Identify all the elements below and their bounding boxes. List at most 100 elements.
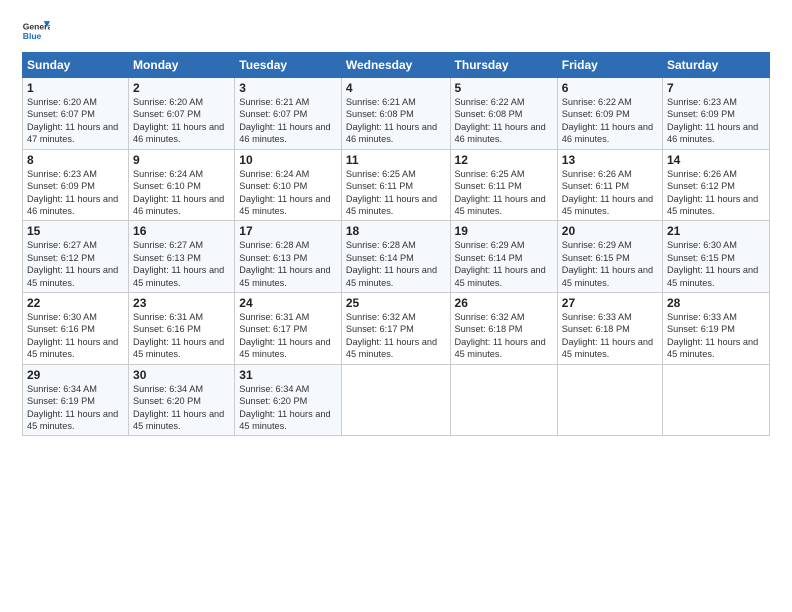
day-info: Sunrise: 6:23 AMSunset: 6:09 PMDaylight:… <box>667 96 765 146</box>
day-number: 5 <box>455 81 553 95</box>
logo-icon: General Blue <box>22 18 50 46</box>
calendar-cell: 27Sunrise: 6:33 AMSunset: 6:18 PMDayligh… <box>557 293 662 365</box>
day-number: 10 <box>239 153 337 167</box>
svg-text:Blue: Blue <box>23 31 42 41</box>
day-number: 26 <box>455 296 553 310</box>
calendar-cell <box>663 364 770 436</box>
calendar-cell: 3Sunrise: 6:21 AMSunset: 6:07 PMDaylight… <box>235 78 342 150</box>
day-info: Sunrise: 6:24 AMSunset: 6:10 PMDaylight:… <box>239 168 337 218</box>
calendar-cell: 15Sunrise: 6:27 AMSunset: 6:12 PMDayligh… <box>23 221 129 293</box>
day-number: 29 <box>27 368 124 382</box>
calendar-cell: 11Sunrise: 6:25 AMSunset: 6:11 PMDayligh… <box>341 149 450 221</box>
calendar-cell: 4Sunrise: 6:21 AMSunset: 6:08 PMDaylight… <box>341 78 450 150</box>
day-number: 7 <box>667 81 765 95</box>
day-info: Sunrise: 6:28 AMSunset: 6:13 PMDaylight:… <box>239 239 337 289</box>
day-number: 14 <box>667 153 765 167</box>
day-number: 13 <box>562 153 658 167</box>
day-info: Sunrise: 6:22 AMSunset: 6:09 PMDaylight:… <box>562 96 658 146</box>
day-info: Sunrise: 6:33 AMSunset: 6:18 PMDaylight:… <box>562 311 658 361</box>
calendar-cell: 12Sunrise: 6:25 AMSunset: 6:11 PMDayligh… <box>450 149 557 221</box>
day-number: 11 <box>346 153 446 167</box>
day-info: Sunrise: 6:30 AMSunset: 6:15 PMDaylight:… <box>667 239 765 289</box>
calendar-cell <box>341 364 450 436</box>
day-number: 4 <box>346 81 446 95</box>
day-number: 8 <box>27 153 124 167</box>
day-of-week-header: Tuesday <box>235 53 342 78</box>
calendar-cell: 5Sunrise: 6:22 AMSunset: 6:08 PMDaylight… <box>450 78 557 150</box>
day-number: 22 <box>27 296 124 310</box>
day-number: 25 <box>346 296 446 310</box>
calendar-cell: 7Sunrise: 6:23 AMSunset: 6:09 PMDaylight… <box>663 78 770 150</box>
day-number: 19 <box>455 224 553 238</box>
calendar-cell: 13Sunrise: 6:26 AMSunset: 6:11 PMDayligh… <box>557 149 662 221</box>
calendar-cell: 16Sunrise: 6:27 AMSunset: 6:13 PMDayligh… <box>129 221 235 293</box>
day-of-week-header: Friday <box>557 53 662 78</box>
day-info: Sunrise: 6:26 AMSunset: 6:12 PMDaylight:… <box>667 168 765 218</box>
day-info: Sunrise: 6:20 AMSunset: 6:07 PMDaylight:… <box>27 96 124 146</box>
day-info: Sunrise: 6:21 AMSunset: 6:07 PMDaylight:… <box>239 96 337 146</box>
day-number: 31 <box>239 368 337 382</box>
calendar: SundayMondayTuesdayWednesdayThursdayFrid… <box>22 52 770 436</box>
day-of-week-header: Wednesday <box>341 53 450 78</box>
day-info: Sunrise: 6:27 AMSunset: 6:12 PMDaylight:… <box>27 239 124 289</box>
day-number: 21 <box>667 224 765 238</box>
day-number: 1 <box>27 81 124 95</box>
calendar-cell: 30Sunrise: 6:34 AMSunset: 6:20 PMDayligh… <box>129 364 235 436</box>
calendar-cell: 18Sunrise: 6:28 AMSunset: 6:14 PMDayligh… <box>341 221 450 293</box>
calendar-cell: 23Sunrise: 6:31 AMSunset: 6:16 PMDayligh… <box>129 293 235 365</box>
day-info: Sunrise: 6:28 AMSunset: 6:14 PMDaylight:… <box>346 239 446 289</box>
calendar-cell: 14Sunrise: 6:26 AMSunset: 6:12 PMDayligh… <box>663 149 770 221</box>
day-number: 6 <box>562 81 658 95</box>
day-info: Sunrise: 6:26 AMSunset: 6:11 PMDaylight:… <box>562 168 658 218</box>
day-of-week-header: Monday <box>129 53 235 78</box>
calendar-cell: 26Sunrise: 6:32 AMSunset: 6:18 PMDayligh… <box>450 293 557 365</box>
day-info: Sunrise: 6:32 AMSunset: 6:17 PMDaylight:… <box>346 311 446 361</box>
day-number: 3 <box>239 81 337 95</box>
day-info: Sunrise: 6:21 AMSunset: 6:08 PMDaylight:… <box>346 96 446 146</box>
day-info: Sunrise: 6:31 AMSunset: 6:16 PMDaylight:… <box>133 311 230 361</box>
calendar-cell: 24Sunrise: 6:31 AMSunset: 6:17 PMDayligh… <box>235 293 342 365</box>
day-number: 18 <box>346 224 446 238</box>
day-of-week-header: Sunday <box>23 53 129 78</box>
calendar-cell: 31Sunrise: 6:34 AMSunset: 6:20 PMDayligh… <box>235 364 342 436</box>
day-info: Sunrise: 6:22 AMSunset: 6:08 PMDaylight:… <box>455 96 553 146</box>
day-number: 16 <box>133 224 230 238</box>
day-number: 24 <box>239 296 337 310</box>
calendar-cell: 10Sunrise: 6:24 AMSunset: 6:10 PMDayligh… <box>235 149 342 221</box>
day-info: Sunrise: 6:32 AMSunset: 6:18 PMDaylight:… <box>455 311 553 361</box>
day-number: 15 <box>27 224 124 238</box>
day-info: Sunrise: 6:27 AMSunset: 6:13 PMDaylight:… <box>133 239 230 289</box>
calendar-cell: 28Sunrise: 6:33 AMSunset: 6:19 PMDayligh… <box>663 293 770 365</box>
calendar-cell: 17Sunrise: 6:28 AMSunset: 6:13 PMDayligh… <box>235 221 342 293</box>
calendar-cell: 9Sunrise: 6:24 AMSunset: 6:10 PMDaylight… <box>129 149 235 221</box>
day-number: 2 <box>133 81 230 95</box>
day-info: Sunrise: 6:31 AMSunset: 6:17 PMDaylight:… <box>239 311 337 361</box>
calendar-cell: 1Sunrise: 6:20 AMSunset: 6:07 PMDaylight… <box>23 78 129 150</box>
day-info: Sunrise: 6:34 AMSunset: 6:20 PMDaylight:… <box>133 383 230 433</box>
day-number: 20 <box>562 224 658 238</box>
calendar-cell: 29Sunrise: 6:34 AMSunset: 6:19 PMDayligh… <box>23 364 129 436</box>
logo: General Blue <box>22 18 50 46</box>
day-number: 27 <box>562 296 658 310</box>
day-of-week-header: Saturday <box>663 53 770 78</box>
calendar-cell: 19Sunrise: 6:29 AMSunset: 6:14 PMDayligh… <box>450 221 557 293</box>
calendar-cell: 8Sunrise: 6:23 AMSunset: 6:09 PMDaylight… <box>23 149 129 221</box>
calendar-cell: 21Sunrise: 6:30 AMSunset: 6:15 PMDayligh… <box>663 221 770 293</box>
day-info: Sunrise: 6:25 AMSunset: 6:11 PMDaylight:… <box>455 168 553 218</box>
day-number: 30 <box>133 368 230 382</box>
day-info: Sunrise: 6:23 AMSunset: 6:09 PMDaylight:… <box>27 168 124 218</box>
day-info: Sunrise: 6:29 AMSunset: 6:14 PMDaylight:… <box>455 239 553 289</box>
calendar-cell: 2Sunrise: 6:20 AMSunset: 6:07 PMDaylight… <box>129 78 235 150</box>
day-info: Sunrise: 6:24 AMSunset: 6:10 PMDaylight:… <box>133 168 230 218</box>
day-info: Sunrise: 6:20 AMSunset: 6:07 PMDaylight:… <box>133 96 230 146</box>
day-number: 23 <box>133 296 230 310</box>
day-info: Sunrise: 6:34 AMSunset: 6:20 PMDaylight:… <box>239 383 337 433</box>
day-info: Sunrise: 6:25 AMSunset: 6:11 PMDaylight:… <box>346 168 446 218</box>
calendar-cell <box>557 364 662 436</box>
day-info: Sunrise: 6:34 AMSunset: 6:19 PMDaylight:… <box>27 383 124 433</box>
day-number: 17 <box>239 224 337 238</box>
day-of-week-header: Thursday <box>450 53 557 78</box>
day-number: 9 <box>133 153 230 167</box>
day-info: Sunrise: 6:30 AMSunset: 6:16 PMDaylight:… <box>27 311 124 361</box>
calendar-cell: 25Sunrise: 6:32 AMSunset: 6:17 PMDayligh… <box>341 293 450 365</box>
